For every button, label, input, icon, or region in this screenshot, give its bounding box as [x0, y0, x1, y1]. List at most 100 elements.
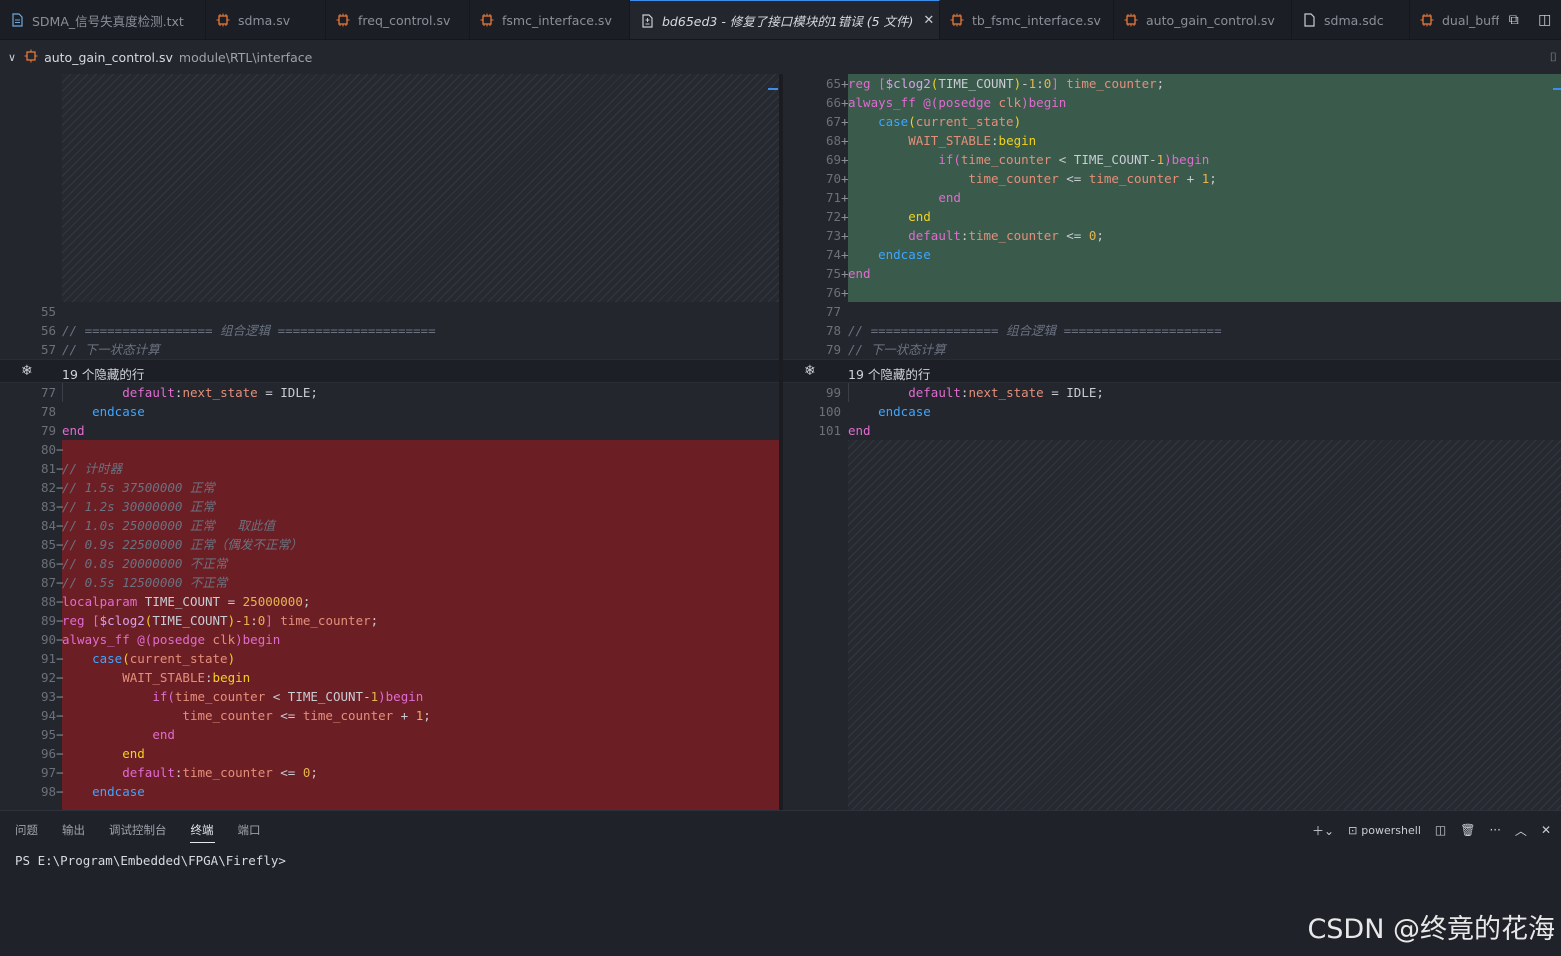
tab-problems[interactable]: 问题	[14, 818, 39, 842]
code-line-deleted: 96− end	[40, 746, 145, 761]
tab-sdma-sdc[interactable]: sdma.sdc	[1292, 0, 1410, 39]
verilog-file-icon	[336, 13, 350, 27]
verilog-file-icon	[1420, 13, 1434, 27]
tab-tb-fsmc-interface[interactable]: tb_fsmc_interface.sv	[940, 0, 1114, 39]
verilog-file-icon	[1124, 13, 1138, 27]
tab-fsmc-interface[interactable]: fsmc_interface.sv	[470, 0, 630, 39]
code-line-deleted: 89− reg [$clog2(TIME_COUNT)-1:0] time_cou…	[40, 613, 379, 628]
tab-label: freq_control.sv	[358, 12, 451, 28]
code-line-added: 68 + WAIT_STABLE:begin	[825, 133, 1037, 148]
code-line-deleted: 88− localparam TIME_COUNT = 25000000;	[40, 594, 311, 609]
code-line-added: 71 + end	[825, 190, 961, 205]
breadcrumb-path[interactable]: module\RTL\interface	[179, 50, 312, 65]
code-line: 79 end	[40, 423, 85, 438]
tab-freq-control[interactable]: freq_control.sv	[326, 0, 470, 39]
diff-modified-pane[interactable]: 65 + reg [$clog2(TIME_COUNT)-1:0] time_cou…	[783, 74, 1561, 810]
verilog-file-icon	[480, 13, 494, 27]
code-line-added: 72 + end	[825, 209, 931, 224]
split-editor-icon[interactable]: ◫	[1538, 12, 1551, 28]
tab-output[interactable]: 输出	[61, 818, 86, 842]
diff-original-pane[interactable]: 55 56// ================= 组合逻辑 =========…	[0, 74, 779, 810]
tab-label: tb_fsmc_interface.sv	[972, 12, 1101, 28]
code-line-added: 73 + default:time_counter <= 0;	[825, 228, 1104, 243]
code-line-added: 66 + always_ff @(posedge clk)begin	[825, 95, 1067, 110]
tab-auto-gain-control[interactable]: auto_gain_control.sv	[1114, 0, 1292, 39]
tab-terminal[interactable]: 终端	[189, 818, 215, 843]
code-line-added: 69 + if(time_counter < TIME_COUNT-1)begin	[825, 152, 1210, 167]
trash-icon[interactable]: 🗑	[1460, 823, 1475, 837]
change-marker	[768, 88, 778, 90]
verilog-file-icon	[950, 13, 964, 27]
hidden-lines-label: 19 个隐藏的行	[62, 367, 145, 382]
code-line-added: 70 + time_counter <= time_counter + 1;	[825, 171, 1217, 186]
tab-label: SDMA_信号失真度检测.txt	[32, 13, 184, 29]
chevron-up-icon[interactable]: ︿	[1515, 822, 1527, 839]
tab-debug-console[interactable]: 调试控制台	[108, 818, 168, 842]
code-line-deleted: 86−// 0.8s 20000000 不正常	[40, 556, 228, 571]
breadcrumb-file[interactable]: auto_gain_control.sv	[44, 50, 173, 65]
panel-tabs: 问题 输出 调试控制台 终端 端口	[0, 811, 270, 849]
placeholder-hatch	[848, 440, 1561, 810]
tab-ports[interactable]: 端口	[237, 818, 262, 842]
code-line: 57// 下一状态计算	[40, 342, 160, 357]
code-line-deleted: 93− if(time_counter < TIME_COUNT-1)begin	[40, 689, 424, 704]
code-line-deleted: 91− case(current_state)	[40, 651, 236, 666]
code-line-deleted: 84−// 1.0s 25000000 正常 取此值	[40, 518, 276, 533]
code-line: 78// ================= 组合逻辑 ============…	[825, 323, 1222, 338]
tab-dual-buff[interactable]: dual_buff	[1410, 0, 1510, 39]
split-terminal-icon[interactable]: ◫	[1435, 823, 1446, 837]
shell-label: powershell	[1361, 823, 1421, 837]
code-line-deleted: 85−// 0.9s 22500000 正常（偶发不正常）	[40, 537, 303, 552]
code-line: 101 end	[818, 423, 871, 438]
diff-icon	[640, 13, 654, 28]
panel-actions: ＋⌄ ⊡ powershell ◫ 🗑 ··· ︿ ✕	[1312, 811, 1551, 849]
tab-label: bd65ed3 - 修复了接口模块的1错误 (5 文件)	[662, 14, 914, 29]
text-file-icon	[10, 13, 24, 27]
code-line-deleted: 94− time_counter <= time_counter + 1;	[40, 708, 431, 723]
close-icon[interactable]: ✕	[923, 13, 934, 28]
new-terminal-icon[interactable]: ＋⌄	[1312, 822, 1334, 839]
terminal-prompt[interactable]: PS E:\Program\Embedded\FPGA\Firefly>	[15, 853, 286, 868]
hidden-lines-fold[interactable]: ❄ 19 个隐藏的行	[0, 359, 779, 383]
code-line: 78 endcase	[40, 404, 145, 419]
watermark: CSDN @终竟的花海	[1307, 914, 1555, 945]
tab-label: dual_buff	[1442, 12, 1500, 28]
code-line: 100 endcase	[818, 404, 931, 419]
unfold-icon[interactable]: ❄	[21, 363, 33, 379]
bottom-panel: 问题 输出 调试控制台 终端 端口 ＋⌄ ⊡ powershell ◫ 🗑 ···…	[0, 810, 1561, 956]
code-line-deleted: 81−// 计时器	[40, 461, 123, 476]
pin-icon[interactable]: ⌷	[1550, 50, 1557, 65]
more-icon[interactable]: ···	[1489, 823, 1500, 837]
verilog-file-icon	[216, 13, 230, 27]
tab-label: sdma.sv	[238, 12, 291, 28]
code-line-deleted: 90− always_ff @(posedge clk)begin	[40, 632, 281, 647]
code-line-added: 76 +	[825, 285, 849, 300]
code-line-deleted: 87−// 0.5s 12500000 不正常	[40, 575, 228, 590]
tab-sdma-sv[interactable]: sdma.sv	[206, 0, 326, 39]
close-panel-icon[interactable]: ✕	[1541, 823, 1551, 837]
hidden-lines-fold[interactable]: ❄ 19 个隐藏的行	[783, 359, 1561, 383]
code-line-deleted: 82−// 1.5s 37500000 正常	[40, 480, 215, 495]
code-line: 77 default:next_state = IDLE;	[40, 385, 318, 400]
chevron-down-icon[interactable]: ∨	[8, 51, 16, 64]
placeholder-hatch	[62, 74, 779, 302]
code-line: 79// 下一状态计算	[825, 342, 946, 357]
terminal-icon: ⊡	[1348, 823, 1358, 837]
code-line: 56// ================= 组合逻辑 ============…	[40, 323, 436, 338]
code-line: 55	[40, 304, 56, 319]
tab-label: sdma.sdc	[1324, 12, 1384, 28]
terminal-selector[interactable]: ⊡ powershell	[1348, 824, 1421, 837]
code-line-deleted: 95− end	[40, 727, 175, 742]
unfold-icon[interactable]: ❄	[804, 363, 816, 379]
hidden-lines-label: 19 个隐藏的行	[848, 367, 931, 382]
code-line-added: 74 + endcase	[825, 247, 931, 262]
tab-sdma-txt[interactable]: SDMA_信号失真度检测.txt	[0, 0, 206, 39]
code-line-deleted: 92− WAIT_STABLE:begin	[40, 670, 251, 685]
code-line-deleted: 83−// 1.2s 30000000 正常	[40, 499, 215, 514]
code-line-deleted: 98− endcase	[40, 784, 145, 799]
tab-commit-diff[interactable]: bd65ed3 - 修复了接口模块的1错误 (5 文件) ✕	[630, 0, 940, 39]
tab-label: fsmc_interface.sv	[502, 12, 612, 28]
tab-label: auto_gain_control.sv	[1146, 12, 1275, 28]
code-line-added: 75 + end	[825, 266, 871, 281]
open-changes-icon[interactable]: ⧉	[1509, 12, 1519, 28]
